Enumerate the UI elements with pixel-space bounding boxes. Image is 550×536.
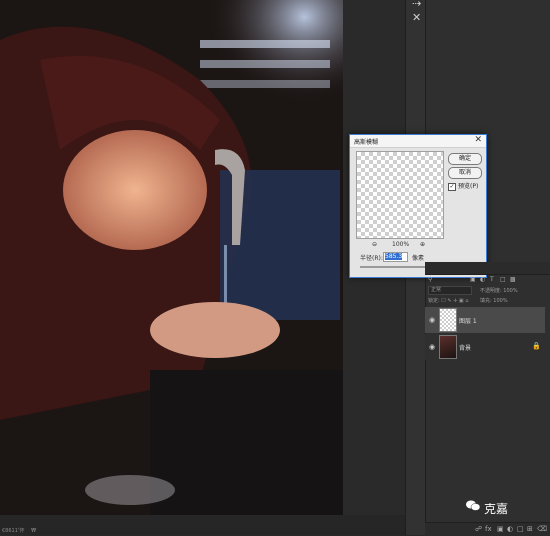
folder-icon[interactable]: □ [517, 525, 524, 533]
close-icon[interactable]: ✕ [412, 12, 421, 23]
filter-type-icon[interactable]: T [490, 276, 494, 283]
photo-image [0, 0, 343, 515]
layer-thumbnail [439, 308, 457, 332]
lock-row: 锁定: ☐ ✎ ✛ ▣ ⌂ 填充: 100% [428, 297, 508, 304]
gaussian-blur-dialog: 高斯模糊 ✕ 确定 取消 ✓ 预览(P) ⊖ 100% ⊕ 半径(R): 585.… [349, 134, 487, 278]
preview-checkbox[interactable]: ✓ [448, 182, 456, 191]
radius-input[interactable]: 585.3 [383, 252, 408, 262]
lock-icon: 🔒 [532, 342, 541, 350]
layer-name: 背景 [459, 345, 472, 352]
dialog-close-button[interactable]: ✕ [474, 135, 482, 145]
blend-mode-select[interactable]: 正常 [428, 286, 472, 295]
layer-row[interactable]: ◉ 背景 🔒 [425, 334, 545, 360]
layer-name: 图层 1 [459, 318, 477, 325]
zoom-in-icon[interactable]: ⊕ [420, 241, 425, 248]
radius-unit: 像素 [412, 255, 425, 262]
eye-icon[interactable]: ◉ [429, 343, 435, 351]
layers-panel-header [425, 262, 550, 275]
watermark-text: 克嘉 [484, 502, 509, 516]
fill-label[interactable]: 填充: 100% [480, 297, 508, 304]
layers-panel-footer: ☍ fx ▣ ◐ □ ⊞ ⌫ [425, 522, 550, 536]
new-layer-icon[interactable]: ⊞ [527, 525, 533, 533]
fx-icon[interactable]: fx [485, 525, 492, 533]
eye-icon[interactable]: ◉ [429, 316, 435, 324]
canvas-status-bar [0, 515, 405, 535]
dialog-titlebar[interactable]: 高斯模糊 ✕ [350, 135, 486, 148]
opacity-label[interactable]: 不透明度: 100% [480, 287, 518, 294]
dialog-title: 高斯模糊 [354, 139, 379, 146]
status-text: €8611‘怀 ₩ [2, 528, 37, 534]
adjustment-icon[interactable]: ◐ [507, 525, 513, 533]
layer-row[interactable]: ◉ 图层 1 [425, 307, 545, 333]
zoom-out-icon[interactable]: ⊖ [372, 241, 377, 248]
cancel-button[interactable]: 取消 [448, 167, 482, 179]
layer-thumbnail [439, 335, 457, 359]
lock-label[interactable]: 锁定: ☐ ✎ ✛ ▣ ⌂ [428, 298, 468, 304]
radius-label: 半径(R): [360, 255, 383, 262]
link-icon[interactable]: ☍ [475, 525, 482, 533]
filter-shape-icon[interactable]: □ [500, 276, 506, 283]
filter-adjust-icon[interactable]: ◐ [480, 276, 485, 283]
wechat-logo [466, 500, 480, 511]
preview-option[interactable]: ✓ 预览(P) [448, 181, 478, 191]
collapse-icon[interactable]: ⇢ [412, 0, 421, 9]
radius-value: 585.3 [385, 253, 403, 260]
filter-kind-icon[interactable]: ⚲ [428, 276, 432, 283]
filter-pixel-icon[interactable]: ▣ [470, 276, 476, 283]
filter-smart-icon[interactable]: ▩ [510, 276, 516, 283]
zoom-value: 100% [392, 241, 410, 248]
blur-preview[interactable] [356, 151, 444, 239]
preview-label: 预览(P) [458, 183, 479, 190]
document-canvas[interactable] [0, 0, 343, 515]
trash-icon[interactable]: ⌫ [537, 525, 547, 533]
mask-icon[interactable]: ▣ [497, 525, 504, 533]
ok-button[interactable]: 确定 [448, 153, 482, 165]
